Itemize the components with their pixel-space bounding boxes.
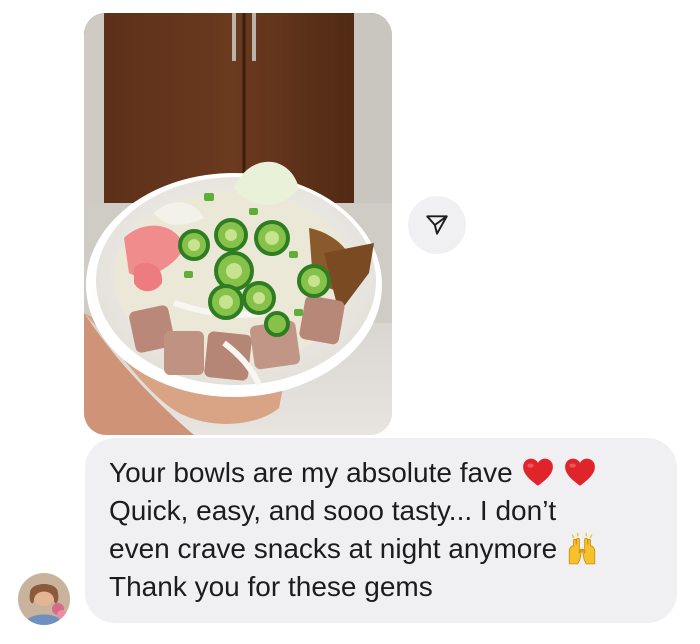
message-bubble[interactable]: Your bowls are my absolute fave Quick, e… (85, 438, 677, 623)
message-text-line-3: even crave snacks at night anymore (109, 533, 558, 564)
message-text-line-4: Thank you for these gems (109, 571, 433, 602)
shared-photo-food-bowl[interactable] (84, 13, 392, 435)
message-line-2: Quick, easy, and sooo tasty... I don’t (109, 492, 655, 530)
sender-avatar[interactable] (18, 573, 70, 625)
message-text-line-2: Quick, easy, and sooo tasty... I don’t (109, 495, 557, 526)
paper-plane-icon (426, 215, 448, 235)
red-heart-icon (521, 456, 555, 490)
message-line-3: even crave snacks at night anymore (109, 530, 655, 568)
message-line-1: Your bowls are my absolute fave (109, 454, 655, 492)
message-line-4: Thank you for these gems (109, 568, 655, 606)
share-button[interactable] (408, 196, 466, 254)
red-heart-icon (563, 456, 597, 490)
message-text-line-1: Your bowls are my absolute fave (109, 457, 513, 488)
raising-hands-icon (565, 532, 599, 566)
